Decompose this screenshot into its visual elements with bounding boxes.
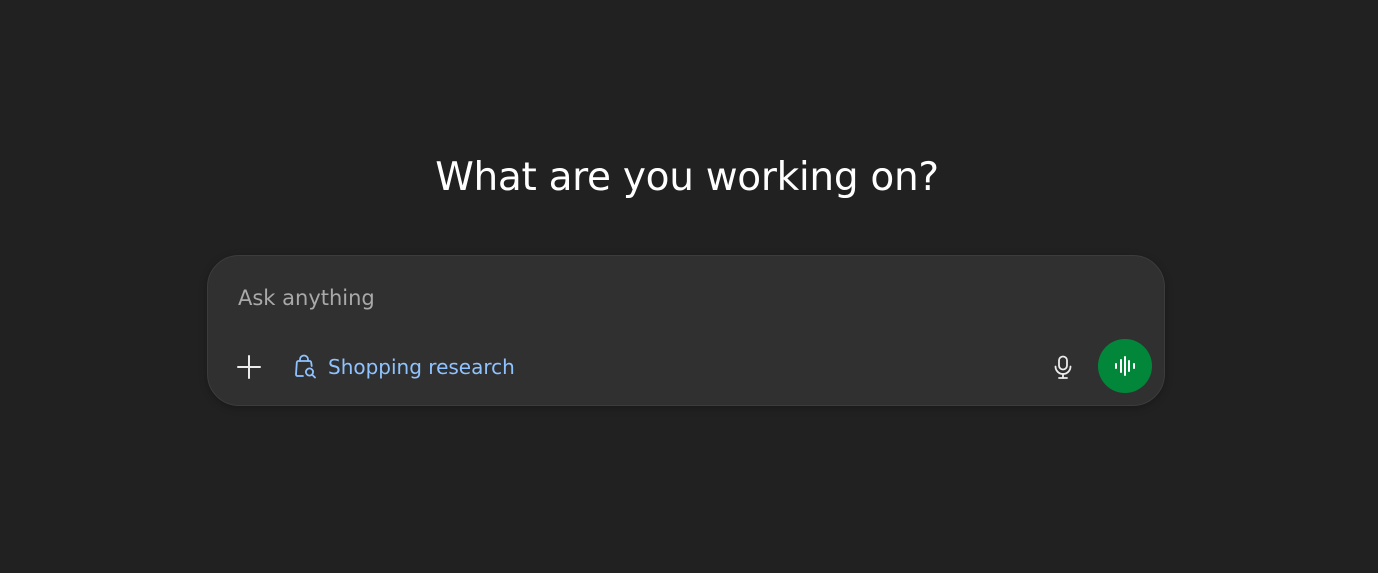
page: What are you working on? Shopping resear… <box>0 0 1378 573</box>
prompt-composer: Shopping research <box>207 255 1165 406</box>
dictate-button[interactable] <box>1042 346 1084 388</box>
voice-waveform-icon <box>1112 353 1138 379</box>
shopping-research-chip[interactable]: Shopping research <box>284 346 523 388</box>
add-attachment-button[interactable] <box>228 346 270 388</box>
shopping-research-label: Shopping research <box>328 355 515 379</box>
microphone-icon <box>1050 354 1076 380</box>
plus-icon <box>236 354 262 380</box>
voice-mode-button[interactable] <box>1098 339 1152 393</box>
shopping-bag-search-icon <box>292 354 318 380</box>
prompt-input[interactable] <box>238 280 1118 316</box>
page-title: What are you working on? <box>435 155 939 200</box>
